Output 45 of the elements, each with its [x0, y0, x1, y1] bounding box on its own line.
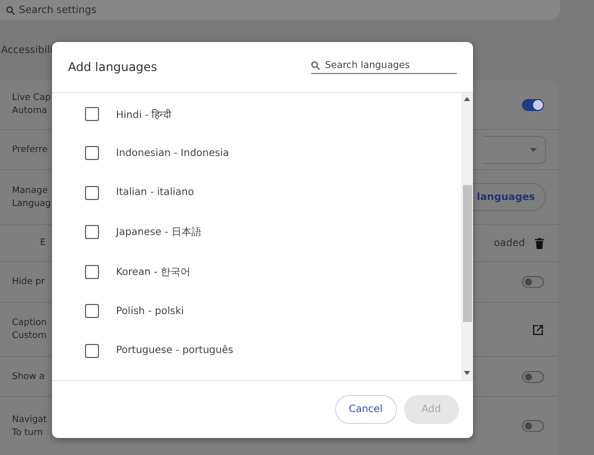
search-icon [6, 6, 15, 14]
checkbox[interactable] [85, 146, 99, 160]
language-label: Indonesian - Indonesia [116, 148, 230, 159]
checkbox[interactable] [85, 186, 99, 200]
search-icon [311, 61, 320, 70]
setting-label: Languag [12, 198, 51, 208]
search-field[interactable]: Search settings [19, 4, 219, 16]
setting-label: Show a [12, 372, 45, 382]
trash-icon[interactable] [535, 238, 544, 248]
section-title: Accessibili [1, 44, 53, 56]
toggle-switch[interactable] [522, 420, 544, 432]
scrollbar-thumb[interactable] [462, 185, 472, 322]
checkbox[interactable] [85, 264, 99, 279]
checkbox[interactable] [85, 304, 99, 318]
language-label: Italian - italiano [116, 187, 194, 198]
checkbox[interactable] [85, 106, 99, 121]
setting-label: Hide pr [12, 277, 45, 287]
search-bar[interactable]: Search settings [0, 0, 560, 20]
external-link-icon[interactable] [532, 324, 544, 336]
setting-label: E [39, 238, 46, 248]
setting-label: Live Cap [12, 93, 51, 103]
setting-label: Preferre [12, 144, 48, 154]
language-label: Polish - polski [116, 306, 184, 317]
dialog-title: Add languages [68, 60, 158, 74]
scroll-down-icon[interactable] [464, 371, 470, 375]
dropdown-caret-icon [530, 148, 537, 152]
setting-label: Automa [12, 106, 48, 116]
toggle-switch[interactable] [522, 370, 544, 382]
setting-label: Custom [12, 331, 46, 341]
setting-label: To turn [12, 428, 43, 438]
setting-label: Navigat [12, 414, 47, 424]
setting-label: Caption [12, 318, 47, 328]
language-label: Portuguese - português [116, 345, 234, 356]
scrollbar[interactable] [461, 93, 473, 380]
toggle-switch[interactable] [522, 98, 544, 110]
dialog-button[interactable]: Cancel [334, 395, 397, 424]
checkbox[interactable] [85, 344, 99, 358]
status-text: oaded [494, 238, 525, 248]
scroll-up-icon[interactable] [464, 97, 470, 101]
toggle-switch[interactable] [522, 276, 544, 288]
language-label: Korean - 한국어 [116, 266, 191, 279]
language-label: Hindi - हिन्दी [116, 108, 172, 121]
setting-label: Manage [12, 186, 48, 196]
language-label: Japanese - 日本語 [116, 226, 202, 240]
checkbox[interactable] [85, 225, 99, 240]
